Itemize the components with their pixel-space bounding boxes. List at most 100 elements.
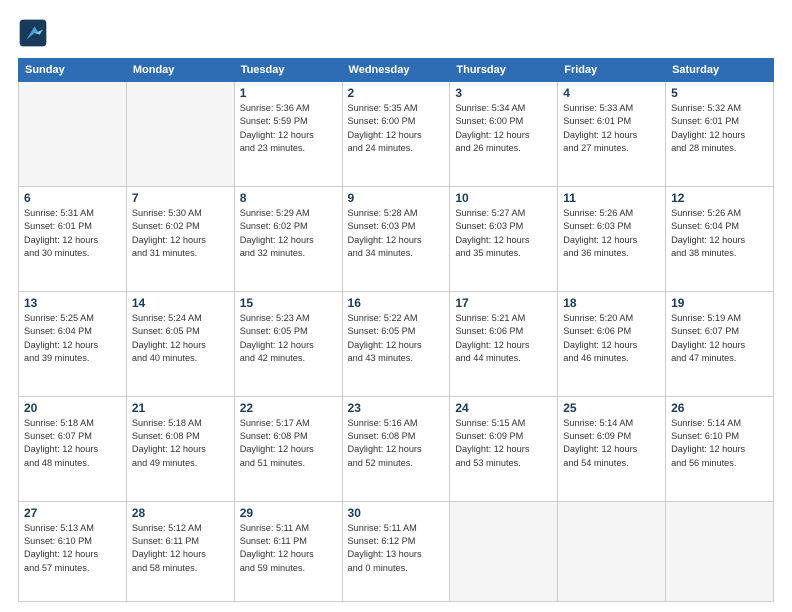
calendar-cell: 29Sunrise: 5:11 AMSunset: 6:11 PMDayligh…: [234, 501, 342, 601]
day-info: Sunrise: 5:14 AMSunset: 6:10 PMDaylight:…: [671, 417, 768, 470]
calendar-cell: 4 Sunrise: 5:33 AMSunset: 6:01 PMDaylight…: [558, 82, 666, 187]
day-info: Sunrise: 5:23 AMSunset: 6:05 PMDaylight:…: [240, 312, 337, 365]
weekday-header-monday: Monday: [126, 59, 234, 82]
calendar-cell: 18Sunrise: 5:20 AMSunset: 6:06 PMDayligh…: [558, 291, 666, 396]
weekday-header-tuesday: Tuesday: [234, 59, 342, 82]
day-info: Sunrise: 5:14 AMSunset: 6:09 PMDaylight:…: [563, 417, 660, 470]
calendar-week-4: 27 Sunrise: 5:13 AMSunset: 6:10 PMDayligh…: [19, 501, 774, 601]
day-number: 10: [455, 191, 552, 205]
calendar-cell: 12 Sunrise: 5:26 AMSunset: 6:04 PMDayligh…: [666, 186, 774, 291]
weekday-header-sunday: Sunday: [19, 59, 127, 82]
page: SundayMondayTuesdayWednesdayThursdayFrid…: [0, 0, 792, 612]
day-number: 27: [24, 506, 121, 520]
day-info: Sunrise: 5:18 AMSunset: 6:08 PMDaylight:…: [132, 417, 229, 470]
weekday-header-friday: Friday: [558, 59, 666, 82]
calendar-cell: 5Sunrise: 5:32 AMSunset: 6:01 PMDaylight…: [666, 82, 774, 187]
day-info: Sunrise: 5:33 AMSunset: 6:01 PMDaylight:…: [563, 102, 660, 155]
calendar-cell: 19Sunrise: 5:19 AMSunset: 6:07 PMDayligh…: [666, 291, 774, 396]
day-info: Sunrise: 5:27 AMSunset: 6:03 PMDaylight:…: [455, 207, 552, 260]
day-number: 12: [671, 191, 768, 205]
day-info: Sunrise: 5:11 AMSunset: 6:12 PMDaylight:…: [348, 522, 445, 575]
calendar-cell: 3Sunrise: 5:34 AMSunset: 6:00 PMDaylight…: [450, 82, 558, 187]
day-number: 19: [671, 296, 768, 310]
day-info: Sunrise: 5:28 AMSunset: 6:03 PMDaylight:…: [348, 207, 445, 260]
day-number: 11: [563, 191, 660, 205]
calendar-cell: 21 Sunrise: 5:18 AMSunset: 6:08 PMDayligh…: [126, 396, 234, 501]
day-number: 28: [132, 506, 229, 520]
day-info: Sunrise: 5:30 AMSunset: 6:02 PMDaylight:…: [132, 207, 229, 260]
calendar-cell: 10 Sunrise: 5:27 AMSunset: 6:03 PMDayligh…: [450, 186, 558, 291]
calendar-cell: 25 Sunrise: 5:14 AMSunset: 6:09 PMDayligh…: [558, 396, 666, 501]
day-info: Sunrise: 5:34 AMSunset: 6:00 PMDaylight:…: [455, 102, 552, 155]
calendar-cell: [19, 82, 127, 187]
day-number: 24: [455, 401, 552, 415]
day-info: Sunrise: 5:36 AMSunset: 5:59 PMDaylight:…: [240, 102, 337, 155]
calendar-cell: 27 Sunrise: 5:13 AMSunset: 6:10 PMDayligh…: [19, 501, 127, 601]
calendar-cell: 16 Sunrise: 5:22 AMSunset: 6:05 PMDayligh…: [342, 291, 450, 396]
calendar-cell: 15 Sunrise: 5:23 AMSunset: 6:05 PMDayligh…: [234, 291, 342, 396]
calendar-cell: 6Sunrise: 5:31 AMSunset: 6:01 PMDaylight…: [19, 186, 127, 291]
day-info: Sunrise: 5:35 AMSunset: 6:00 PMDaylight:…: [348, 102, 445, 155]
calendar-cell: 20 Sunrise: 5:18 AMSunset: 6:07 PMDayligh…: [19, 396, 127, 501]
day-number: 4: [563, 86, 660, 100]
day-info: Sunrise: 5:26 AMSunset: 6:03 PMDaylight:…: [563, 207, 660, 260]
day-number: 16: [348, 296, 445, 310]
day-number: 30: [348, 506, 445, 520]
day-info: Sunrise: 5:11 AMSunset: 6:11 PMDaylight:…: [240, 522, 337, 575]
day-info: Sunrise: 5:16 AMSunset: 6:08 PMDaylight:…: [348, 417, 445, 470]
day-number: 26: [671, 401, 768, 415]
calendar-cell: [126, 82, 234, 187]
calendar-week-1: 6Sunrise: 5:31 AMSunset: 6:01 PMDaylight…: [19, 186, 774, 291]
day-number: 17: [455, 296, 552, 310]
day-number: 14: [132, 296, 229, 310]
weekday-header: SundayMondayTuesdayWednesdayThursdayFrid…: [19, 59, 774, 82]
day-info: Sunrise: 5:21 AMSunset: 6:06 PMDaylight:…: [455, 312, 552, 365]
day-info: Sunrise: 5:18 AMSunset: 6:07 PMDaylight:…: [24, 417, 121, 470]
calendar: SundayMondayTuesdayWednesdayThursdayFrid…: [18, 58, 774, 602]
calendar-cell: 26 Sunrise: 5:14 AMSunset: 6:10 PMDayligh…: [666, 396, 774, 501]
day-info: Sunrise: 5:26 AMSunset: 6:04 PMDaylight:…: [671, 207, 768, 260]
day-number: 13: [24, 296, 121, 310]
day-info: Sunrise: 5:29 AMSunset: 6:02 PMDaylight:…: [240, 207, 337, 260]
calendar-cell: 11 Sunrise: 5:26 AMSunset: 6:03 PMDayligh…: [558, 186, 666, 291]
day-number: 8: [240, 191, 337, 205]
calendar-cell: 13 Sunrise: 5:25 AMSunset: 6:04 PMDayligh…: [19, 291, 127, 396]
day-number: 21: [132, 401, 229, 415]
day-number: 20: [24, 401, 121, 415]
calendar-cell: 22Sunrise: 5:17 AMSunset: 6:08 PMDayligh…: [234, 396, 342, 501]
day-number: 22: [240, 401, 337, 415]
header: [18, 18, 774, 48]
calendar-cell: 8 Sunrise: 5:29 AMSunset: 6:02 PMDaylight…: [234, 186, 342, 291]
calendar-cell: 23Sunrise: 5:16 AMSunset: 6:08 PMDayligh…: [342, 396, 450, 501]
day-info: Sunrise: 5:25 AMSunset: 6:04 PMDaylight:…: [24, 312, 121, 365]
day-info: Sunrise: 5:31 AMSunset: 6:01 PMDaylight:…: [24, 207, 121, 260]
day-info: Sunrise: 5:12 AMSunset: 6:11 PMDaylight:…: [132, 522, 229, 575]
day-info: Sunrise: 5:22 AMSunset: 6:05 PMDaylight:…: [348, 312, 445, 365]
calendar-cell: 2Sunrise: 5:35 AMSunset: 6:00 PMDaylight…: [342, 82, 450, 187]
calendar-body: 1 Sunrise: 5:36 AMSunset: 5:59 PMDaylight…: [19, 82, 774, 602]
day-info: Sunrise: 5:13 AMSunset: 6:10 PMDaylight:…: [24, 522, 121, 575]
calendar-week-2: 13 Sunrise: 5:25 AMSunset: 6:04 PMDayligh…: [19, 291, 774, 396]
calendar-cell: 30 Sunrise: 5:11 AMSunset: 6:12 PMDayligh…: [342, 501, 450, 601]
weekday-header-thursday: Thursday: [450, 59, 558, 82]
day-info: Sunrise: 5:24 AMSunset: 6:05 PMDaylight:…: [132, 312, 229, 365]
day-number: 9: [348, 191, 445, 205]
calendar-week-3: 20 Sunrise: 5:18 AMSunset: 6:07 PMDayligh…: [19, 396, 774, 501]
day-number: 1: [240, 86, 337, 100]
calendar-cell: [558, 501, 666, 601]
day-info: Sunrise: 5:32 AMSunset: 6:01 PMDaylight:…: [671, 102, 768, 155]
calendar-cell: 28 Sunrise: 5:12 AMSunset: 6:11 PMDayligh…: [126, 501, 234, 601]
weekday-header-saturday: Saturday: [666, 59, 774, 82]
calendar-week-0: 1 Sunrise: 5:36 AMSunset: 5:59 PMDaylight…: [19, 82, 774, 187]
calendar-cell: 9 Sunrise: 5:28 AMSunset: 6:03 PMDaylight…: [342, 186, 450, 291]
calendar-cell: [450, 501, 558, 601]
calendar-cell: 7 Sunrise: 5:30 AMSunset: 6:02 PMDaylight…: [126, 186, 234, 291]
weekday-header-wednesday: Wednesday: [342, 59, 450, 82]
day-number: 25: [563, 401, 660, 415]
calendar-cell: 1 Sunrise: 5:36 AMSunset: 5:59 PMDaylight…: [234, 82, 342, 187]
calendar-cell: 14 Sunrise: 5:24 AMSunset: 6:05 PMDayligh…: [126, 291, 234, 396]
day-info: Sunrise: 5:15 AMSunset: 6:09 PMDaylight:…: [455, 417, 552, 470]
day-number: 15: [240, 296, 337, 310]
day-number: 7: [132, 191, 229, 205]
day-info: Sunrise: 5:20 AMSunset: 6:06 PMDaylight:…: [563, 312, 660, 365]
